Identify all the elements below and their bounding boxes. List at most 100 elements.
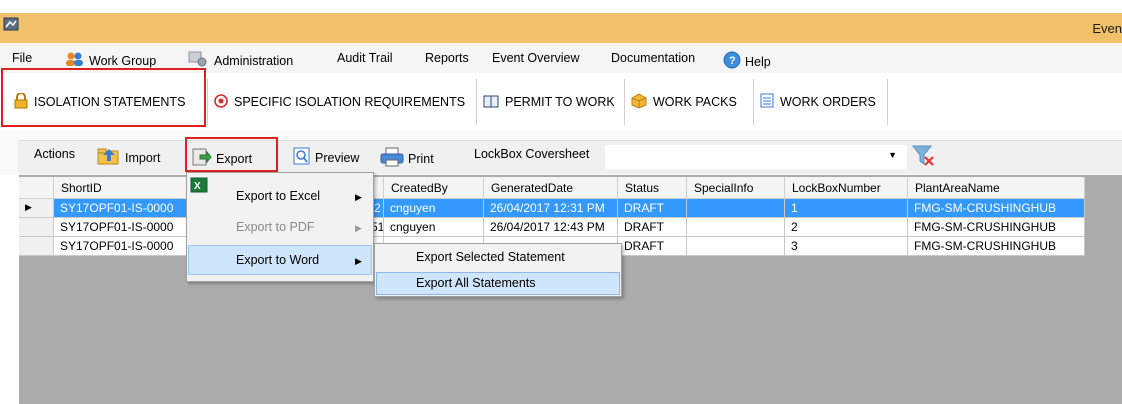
svg-text:?: ? xyxy=(729,55,736,67)
cell-status[interactable]: DRAFT xyxy=(618,199,687,218)
preview-label: Preview xyxy=(315,150,360,165)
cell-createdby-text: cnguyen xyxy=(390,201,436,215)
menu-administration-label: Administration xyxy=(214,53,294,68)
cell-createdby-text: cnguyen xyxy=(390,220,436,234)
tab-highlight-box xyxy=(1,68,206,127)
coversheet-dropdown[interactable]: ▼ xyxy=(604,144,908,170)
cell-shortid-text: SY17OPF01-IS-0000 xyxy=(60,220,174,234)
tab-permit-to-work[interactable]: PERMIT TO WORK xyxy=(477,79,625,125)
menu-reports[interactable]: Reports xyxy=(425,51,469,65)
cell-plantarea[interactable]: FMG-SM-CRUSHINGHUB xyxy=(908,218,1085,237)
clear-filter-icon[interactable] xyxy=(911,144,937,171)
export-to-excel-label: Export to Excel xyxy=(236,189,321,203)
title-bar xyxy=(0,13,1122,43)
row-header-corner xyxy=(19,177,54,199)
cell-status-text: DRAFT xyxy=(624,201,664,215)
export-to-word-label: Export to Word xyxy=(236,253,320,267)
cell-createdby[interactable]: cnguyen xyxy=(384,199,484,218)
column-lockboxnumber-label: LockBoxNumber xyxy=(792,181,881,195)
tab-permit-to-work-label: PERMIT TO WORK xyxy=(505,95,615,109)
row-header[interactable] xyxy=(19,237,54,256)
current-row-arrow-icon: ▶ xyxy=(25,202,32,212)
import-button[interactable]: Import xyxy=(97,147,160,168)
app-icon xyxy=(3,17,19,31)
column-header-plantareaname[interactable]: PlantAreaName xyxy=(908,177,1085,199)
lockbox-coversheet-label: LockBox Coversheet xyxy=(474,147,589,161)
import-label: Import xyxy=(125,150,161,165)
cell-shortid-text: SY17OPF01-IS-0000 xyxy=(60,201,174,215)
menu-work-group-label: Work Group xyxy=(89,53,157,68)
export-all-statements-label: Export All Statements xyxy=(416,276,536,290)
menu-event-overview[interactable]: Event Overview xyxy=(492,51,580,65)
export-to-word-item[interactable]: Export to Word xyxy=(236,245,319,275)
menu-help-label: Help xyxy=(745,54,771,69)
book-icon xyxy=(483,94,499,111)
tab-specific-isolation-requirements[interactable]: SPECIFIC ISOLATION REQUIREMENTS xyxy=(208,79,477,125)
column-header-lockboxnumber[interactable]: LockBoxNumber xyxy=(785,177,908,199)
cell-plantarea-text: FMG-SM-CRUSHINGHUB xyxy=(914,220,1056,234)
menu-audit-trail[interactable]: Audit Trail xyxy=(337,51,393,65)
column-generateddate-label: GeneratedDate xyxy=(491,181,574,195)
menu-reports-label: Reports xyxy=(425,51,469,65)
cell-plantarea[interactable]: FMG-SM-CRUSHINGHUB xyxy=(908,199,1085,218)
excel-icon: X xyxy=(190,176,208,197)
print-button[interactable]: Print xyxy=(380,147,434,170)
cell-lockbox[interactable]: 2 xyxy=(785,218,908,237)
column-header-createdby[interactable]: CreatedBy xyxy=(384,177,484,199)
printer-icon xyxy=(380,147,404,170)
export-to-pdf-label: Export to PDF xyxy=(236,220,315,234)
export-all-statements-item[interactable]: Export All Statements xyxy=(416,272,536,295)
form-icon xyxy=(760,93,774,111)
menu-file-label: File xyxy=(12,51,33,65)
menu-documentation[interactable]: Documentation xyxy=(611,51,695,65)
cell-lockbox-text: 2 xyxy=(791,220,798,234)
submenu-arrow-icon: ▶ xyxy=(355,192,362,202)
cell-generateddate-text: 26/04/2017 12:43 PM xyxy=(490,220,605,234)
cell-lockbox[interactable]: 3 xyxy=(785,237,908,256)
actions-label: Actions xyxy=(34,147,75,161)
row-header[interactable] xyxy=(19,218,54,237)
tab-work-packs[interactable]: WORK PACKS xyxy=(625,79,754,125)
preview-button[interactable]: Preview xyxy=(293,147,359,168)
menu-help[interactable]: ? Help xyxy=(723,51,771,72)
menu-event-overview-label: Event Overview xyxy=(492,51,580,65)
column-shortid-label: ShortID xyxy=(61,181,102,195)
cell-specialinfo[interactable] xyxy=(687,237,785,256)
cell-plantarea-text: FMG-SM-CRUSHINGHUB xyxy=(914,239,1056,253)
tab-work-packs-label: WORK PACKS xyxy=(653,95,737,109)
cell-lockbox[interactable]: 1 xyxy=(785,199,908,218)
column-specialinfo-label: SpecialInfo xyxy=(694,181,754,195)
cell-shortid-tail: 2 xyxy=(374,201,381,215)
svg-text:X: X xyxy=(194,181,201,192)
cell-status[interactable]: DRAFT xyxy=(618,218,687,237)
menu-documentation-label: Documentation xyxy=(611,51,696,65)
cell-lockbox-text: 1 xyxy=(791,201,798,215)
row-header[interactable]: ▶ xyxy=(19,199,54,218)
column-header-generateddate[interactable]: GeneratedDate xyxy=(484,177,618,199)
column-status-label: Status xyxy=(625,181,660,195)
menu-audit-trail-label: Audit Trail xyxy=(337,51,393,65)
export-highlight-box xyxy=(185,137,278,172)
cell-status-text: DRAFT xyxy=(624,239,664,253)
cell-specialinfo[interactable] xyxy=(687,218,785,237)
cell-specialinfo[interactable] xyxy=(687,199,785,218)
cell-plantarea-text: FMG-SM-CRUSHINGHUB xyxy=(914,201,1056,215)
tab-work-orders[interactable]: WORK ORDERS xyxy=(754,79,888,125)
cell-plantarea[interactable]: FMG-SM-CRUSHINGHUB xyxy=(908,237,1085,256)
tab-specific-isolation-requirements-label: SPECIFIC ISOLATION REQUIREMENTS xyxy=(234,95,466,109)
column-plantareaname-label: PlantAreaName xyxy=(915,181,1000,195)
export-selected-statement-item[interactable]: Export Selected Statement xyxy=(416,244,565,270)
cell-status[interactable]: DRAFT xyxy=(618,237,687,256)
export-to-excel-item[interactable]: Export to Excel xyxy=(236,181,320,211)
column-header-specialinfo[interactable]: SpecialInfo xyxy=(687,177,785,199)
cell-createdby[interactable]: cnguyen xyxy=(384,218,484,237)
menu-file[interactable]: File xyxy=(12,51,32,65)
cell-generateddate[interactable]: 26/04/2017 12:43 PM xyxy=(484,218,618,237)
column-header-status[interactable]: Status xyxy=(618,177,687,199)
chevron-down-icon[interactable]: ▼ xyxy=(888,150,897,160)
cell-generateddate[interactable]: 26/04/2017 12:31 PM xyxy=(484,199,618,218)
magnifier-icon xyxy=(293,147,311,168)
import-folder-icon xyxy=(97,147,121,168)
cell-status-text: DRAFT xyxy=(624,220,664,234)
target-icon xyxy=(214,93,228,111)
